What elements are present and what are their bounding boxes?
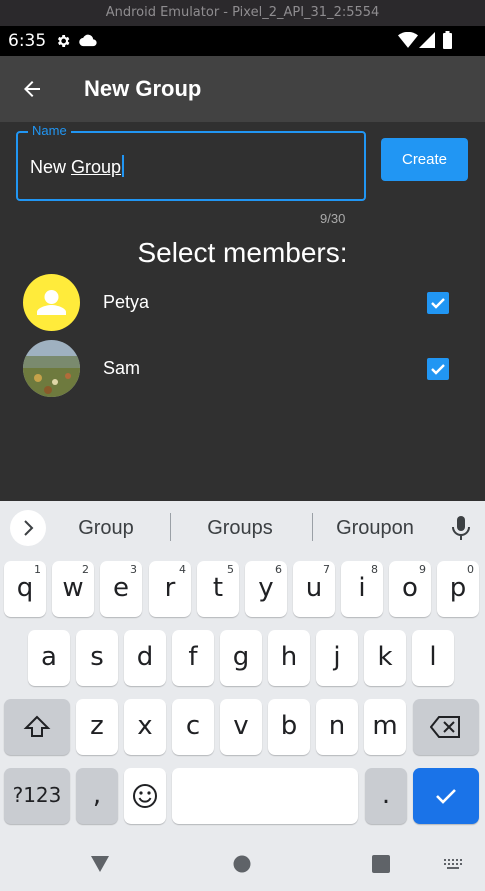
key-w[interactable]: 2w: [52, 561, 94, 617]
cloud-icon: [79, 34, 97, 47]
suggestion-3[interactable]: Groupon: [315, 517, 435, 540]
recents-square-icon[interactable]: [372, 855, 390, 873]
space-key[interactable]: [172, 768, 358, 824]
key-e[interactable]: 3e: [100, 561, 142, 617]
key-h[interactable]: h: [268, 630, 310, 686]
name-field-label: Name: [28, 123, 71, 138]
back-triangle-icon[interactable]: [90, 855, 110, 873]
navigation-bar: [0, 841, 485, 891]
key-d[interactable]: d: [124, 630, 166, 686]
checkmark-icon: [436, 788, 456, 804]
key-v[interactable]: v: [220, 699, 262, 755]
status-time: 6:35: [8, 31, 47, 51]
suggestion-divider: [312, 513, 313, 541]
key-t[interactable]: 5t: [197, 561, 239, 617]
wifi-icon: [398, 32, 418, 48]
period-key[interactable]: .: [365, 768, 407, 824]
avatar: [23, 274, 80, 331]
comma-key[interactable]: ,: [76, 768, 118, 824]
person-icon: [37, 290, 66, 315]
emoji-key[interactable]: [124, 768, 166, 824]
page-title: New Group: [84, 76, 202, 101]
avatar: [23, 340, 80, 397]
key-f[interactable]: f: [172, 630, 214, 686]
signal-icon: [419, 32, 435, 48]
key-x[interactable]: x: [124, 699, 166, 755]
key-i[interactable]: 8i: [341, 561, 383, 617]
photo-avatar-image: [23, 340, 80, 397]
key-q[interactable]: 1q: [4, 561, 46, 617]
member-row-petya[interactable]: Petya: [0, 274, 485, 332]
key-j[interactable]: j: [316, 630, 358, 686]
suggestion-strip: Group Groups Groupon: [0, 501, 485, 553]
suggestion-1[interactable]: Group: [46, 517, 166, 540]
key-n[interactable]: n: [316, 699, 358, 755]
create-button[interactable]: Create: [381, 138, 468, 181]
select-members-heading: Select members:: [137, 237, 348, 268]
battery-icon: [443, 31, 452, 49]
home-circle-icon[interactable]: [233, 855, 251, 873]
key-k[interactable]: k: [364, 630, 406, 686]
key-y[interactable]: 6y: [245, 561, 287, 617]
keyboard-switch-icon[interactable]: [443, 858, 463, 872]
microphone-icon[interactable]: [450, 515, 472, 541]
key-g[interactable]: g: [220, 630, 262, 686]
arrow-left-icon[interactable]: [20, 77, 44, 101]
member-name: Petya: [103, 292, 150, 312]
app-bar: New Group: [0, 56, 485, 122]
backspace-icon: [429, 715, 460, 738]
member-row-sam[interactable]: Sam: [0, 340, 485, 398]
char-counter: 9/30: [320, 211, 346, 226]
key-b[interactable]: b: [268, 699, 310, 755]
key-p[interactable]: 0p: [437, 561, 479, 617]
chevron-right-icon: [24, 520, 34, 536]
backspace-key[interactable]: [413, 699, 479, 755]
expand-toolbar-button[interactable]: [10, 510, 46, 546]
checkmark-icon: [431, 364, 445, 375]
shift-key[interactable]: [4, 699, 70, 755]
key-c[interactable]: c: [172, 699, 214, 755]
emoji-icon: [133, 783, 157, 808]
key-z[interactable]: z: [76, 699, 118, 755]
suggestion-divider: [170, 513, 171, 541]
status-bar: 6:35: [0, 26, 485, 56]
name-field[interactable]: Name New Group: [16, 123, 366, 201]
key-l[interactable]: l: [412, 630, 454, 686]
name-field-value: New Group: [30, 155, 125, 178]
checkmark-icon: [431, 298, 445, 309]
key-s[interactable]: s: [76, 630, 118, 686]
key-a[interactable]: a: [28, 630, 70, 686]
member-checkbox[interactable]: [427, 292, 449, 314]
key-m[interactable]: m: [364, 699, 406, 755]
text-caret: [122, 155, 125, 177]
shift-icon: [23, 715, 51, 737]
soft-keyboard: Group Groups Groupon 1q 2w 3e 4r 5t 6y 7…: [0, 501, 485, 891]
main-content: Name New Group 9/30 Create Select member…: [0, 122, 485, 501]
emulator-title: Android Emulator - Pixel_2_API_31_2:5554: [0, 0, 485, 26]
member-name: Sam: [103, 358, 141, 378]
member-checkbox[interactable]: [427, 358, 449, 380]
key-o[interactable]: 9o: [389, 561, 431, 617]
suggestion-2[interactable]: Groups: [180, 517, 300, 540]
key-u[interactable]: 7u: [293, 561, 335, 617]
symbols-key[interactable]: ?123: [4, 768, 70, 824]
done-key[interactable]: [413, 768, 479, 824]
key-r[interactable]: 4r: [149, 561, 191, 617]
gear-icon: [57, 35, 70, 47]
